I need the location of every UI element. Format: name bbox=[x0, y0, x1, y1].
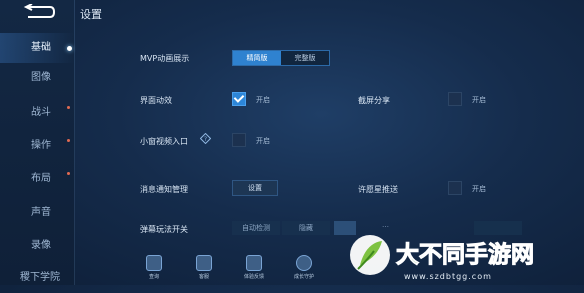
sidebar: 基础 图像 战斗 操作 布局 声音 录像 稷下学院 bbox=[0, 0, 75, 285]
wish-star-checkbox[interactable] bbox=[448, 181, 462, 195]
watermark-text: 大不同手游网 bbox=[396, 241, 534, 268]
bottom-item-label: 体验反馈 bbox=[243, 274, 264, 280]
active-indicator bbox=[67, 46, 72, 51]
danmaku-option-hide[interactable]: 隐藏 bbox=[282, 221, 330, 235]
mvp-option-full[interactable]: 完整版 bbox=[281, 51, 329, 65]
sidebar-item-layout[interactable]: 布局 bbox=[0, 164, 74, 194]
bottom-bar: 查询 客服 体验反馈 成长守护 bbox=[136, 252, 336, 285]
sidebar-item-label: 录像 bbox=[31, 240, 51, 251]
notifications-label: 消息通知管理 bbox=[140, 185, 188, 194]
bottom-feedback-button[interactable]: 体验反馈 bbox=[236, 252, 272, 285]
mvp-label: MVP动画展示 bbox=[140, 54, 190, 63]
bottom-item-label: 成长守护 bbox=[293, 274, 314, 280]
sidebar-item-label: 声音 bbox=[31, 207, 51, 218]
danmaku-label: 弹幕玩法开关 bbox=[140, 225, 188, 234]
search-icon bbox=[146, 255, 162, 271]
sidebar-item-controls[interactable]: 操作 bbox=[0, 131, 74, 161]
bottom-customer-service-button[interactable]: 客服 bbox=[186, 252, 222, 285]
wish-star-label: 许愿星推送 bbox=[358, 185, 398, 194]
watermark-url: www.szdbtgg.com bbox=[404, 272, 492, 281]
wish-star-value: 开启 bbox=[472, 185, 486, 193]
sidebar-item-label: 战斗 bbox=[31, 107, 51, 118]
growth-guard-icon bbox=[296, 255, 312, 271]
screenshot-share-label: 截屏分享 bbox=[358, 96, 390, 105]
mini-video-value: 开启 bbox=[256, 137, 270, 145]
sidebar-item-academy[interactable]: 稷下学院 bbox=[0, 263, 74, 293]
sidebar-item-battle[interactable]: 战斗 bbox=[0, 98, 74, 128]
mvp-option-compact[interactable]: 精简版 bbox=[233, 51, 281, 65]
sidebar-item-label: 操作 bbox=[31, 140, 51, 151]
danmaku-partial-text: … bbox=[382, 221, 389, 229]
sidebar-item-label: 基础 bbox=[31, 42, 51, 53]
screenshot-share-value: 开启 bbox=[472, 96, 486, 104]
notification-dot bbox=[67, 106, 70, 109]
help-icon[interactable]: ? bbox=[200, 133, 211, 144]
sidebar-item-label: 稷下学院 bbox=[20, 272, 60, 283]
mini-video-label: 小窗视频入口 bbox=[140, 137, 188, 146]
svg-text:?: ? bbox=[204, 136, 207, 143]
customer-service-icon bbox=[196, 255, 212, 271]
danmaku-option-auto[interactable]: 自动检测 bbox=[232, 221, 280, 235]
notifications-settings-button[interactable]: 设置 bbox=[232, 180, 278, 196]
sidebar-item-replay[interactable]: 录像 bbox=[0, 231, 74, 261]
bottom-growth-guard-button[interactable]: 成长守护 bbox=[286, 252, 322, 285]
sidebar-item-label: 图像 bbox=[31, 72, 51, 83]
bottom-item-label: 查询 bbox=[148, 274, 159, 280]
bottom-item-label: 客服 bbox=[198, 274, 209, 280]
back-icon[interactable] bbox=[22, 4, 56, 20]
sidebar-item-graphics[interactable]: 图像 bbox=[0, 63, 74, 93]
feedback-icon bbox=[246, 255, 262, 271]
sidebar-item-basic[interactable]: 基础 bbox=[0, 33, 74, 63]
sidebar-item-sound[interactable]: 声音 bbox=[0, 198, 74, 228]
ui-effects-label: 界面动效 bbox=[140, 96, 172, 105]
notification-dot bbox=[67, 172, 70, 175]
mvp-segmented-control[interactable]: 精简版 完整版 bbox=[232, 50, 330, 66]
sidebar-item-label: 布局 bbox=[31, 173, 51, 184]
page-title: 设置 bbox=[80, 8, 102, 21]
bottom-query-button[interactable]: 查询 bbox=[136, 252, 172, 285]
notification-dot bbox=[67, 139, 70, 142]
ui-effects-checkbox[interactable] bbox=[232, 92, 246, 106]
screenshot-share-checkbox[interactable] bbox=[448, 92, 462, 106]
watermark-logo: 大不同手游网 www.szdbtgg.com bbox=[350, 235, 535, 281]
mini-video-checkbox[interactable] bbox=[232, 133, 246, 147]
ui-effects-value: 开启 bbox=[256, 96, 270, 104]
